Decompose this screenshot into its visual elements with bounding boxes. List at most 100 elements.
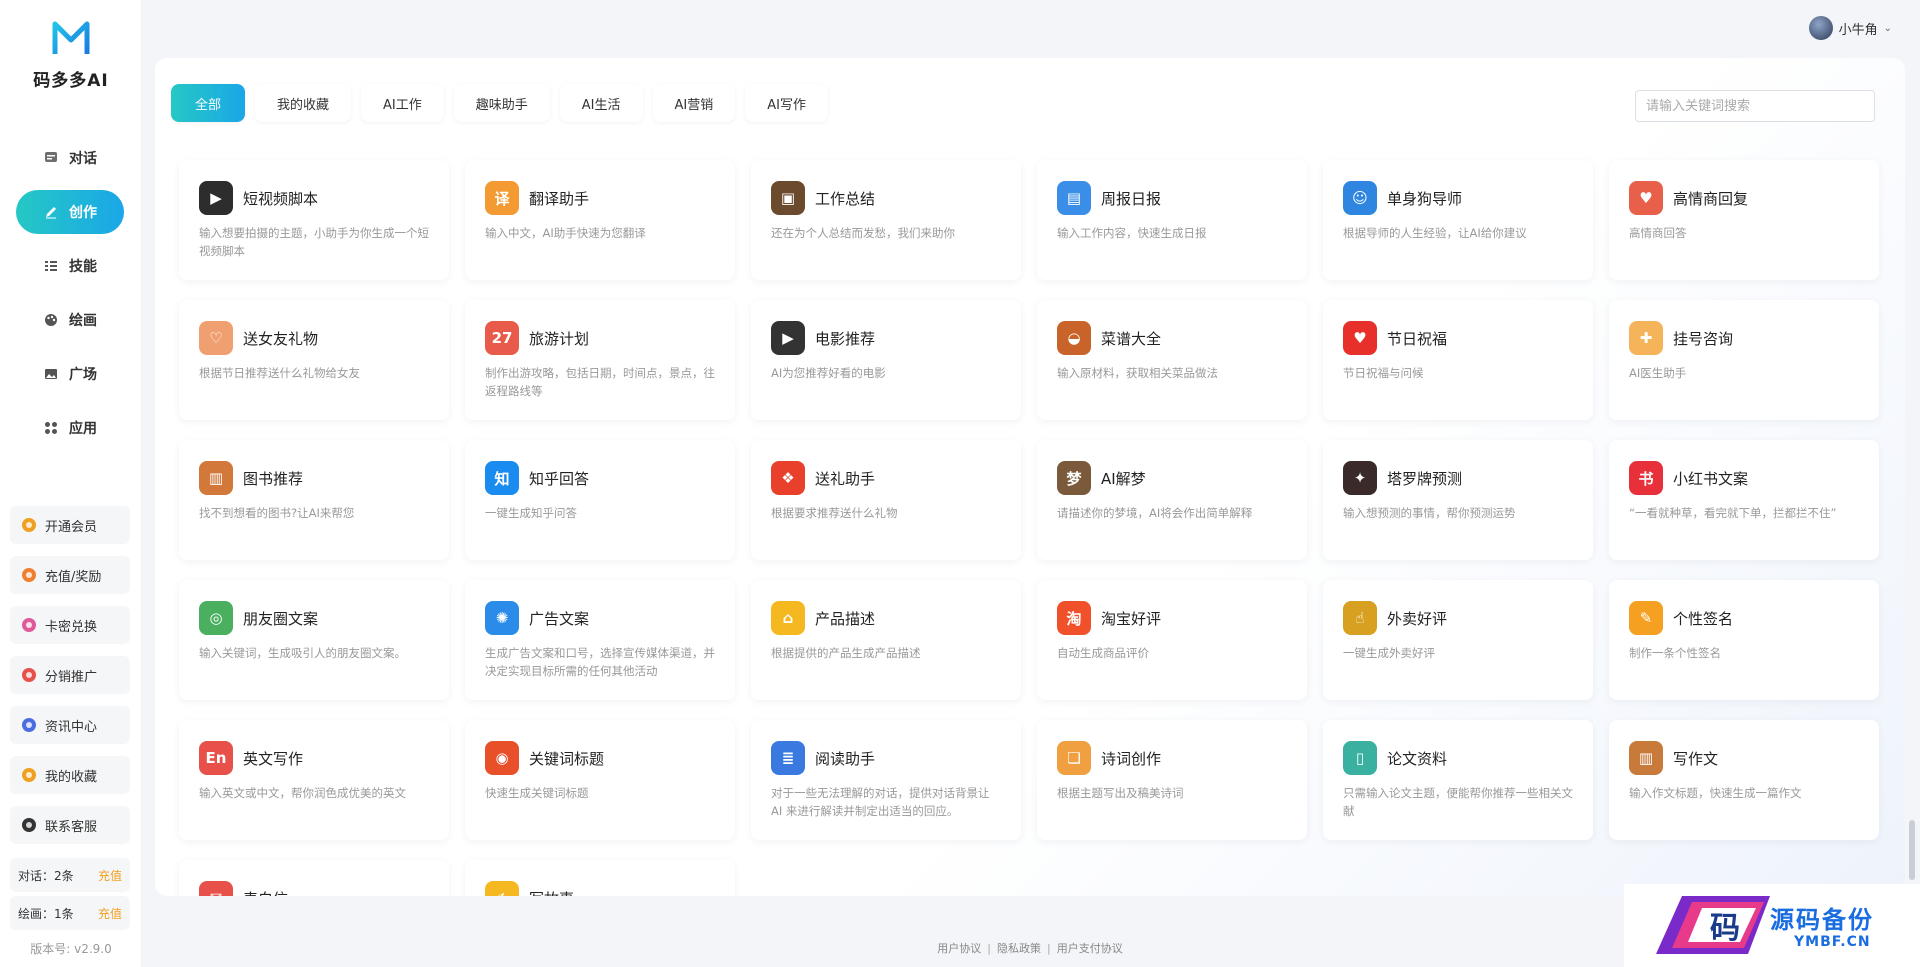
app-card[interactable]: ▥ 写作文 输入作文标题，快速生成一篇作文	[1609, 720, 1879, 840]
card-header: ✍ 写故事	[485, 880, 715, 896]
app-card[interactable]: ▯ 论文资料 只需输入论文主题，便能帮你推荐一些相关文献	[1323, 720, 1593, 840]
card-description: “一看就种草，看完就下单，拦都拦不住”	[1629, 506, 1837, 520]
card-description: 输入英文或中文，帮你润色成优美的英文	[199, 786, 406, 800]
app-card[interactable]: 译翻译助手 输入中文，AI助手快速为您翻译	[465, 160, 735, 280]
card-description: 制作出游攻略，包括日期，时间点，景点，往返程路线等	[485, 366, 715, 398]
card-header: ▣ 工作总结	[771, 180, 1001, 216]
card-title: 短视频脚本	[243, 189, 319, 208]
card-title: 写作文	[1673, 749, 1719, 768]
card-title: 论文资料	[1387, 749, 1448, 768]
app-card[interactable]: 27 旅游计划 制作出游攻略，包括日期，时间点，景点，往返程路线等	[465, 300, 735, 420]
watermark-sub: YMBF.CN	[1794, 934, 1871, 950]
card-title: 电影推荐	[815, 329, 876, 348]
card-header: ☝ 外卖好评	[1343, 600, 1573, 636]
app-card[interactable]: ✦ 塔罗牌预测 输入想预测的事情，帮你预测运势	[1323, 440, 1593, 560]
nav-item-label: 绘画	[69, 313, 97, 329]
sidebar-button[interactable]: 充值/奖励	[10, 556, 130, 594]
binders-icon: ▯	[1343, 741, 1377, 775]
open-book-icon: ❏	[1057, 741, 1091, 775]
card-header: ⌂ 产品描述	[771, 600, 1001, 636]
watermark-logo-icon: 码	[1656, 896, 1770, 954]
app-card[interactable]: 梦 AI解梦 请描述你的梦境，AI将会作出简单解释	[1037, 440, 1307, 560]
card-title: 广告文案	[529, 609, 590, 628]
app-card[interactable]: ❏ 诗词创作根据主题写出及稿美诗词	[1037, 720, 1307, 840]
chat-recharge-link[interactable]: 充值	[98, 867, 122, 884]
app-card[interactable]: ▥ 图书推荐 找不到想看的图书?让AI来帮您	[179, 440, 449, 560]
sidebar-button[interactable]: 我的收藏	[10, 756, 130, 794]
gift-icon: ❖	[771, 461, 805, 495]
sidebar-button[interactable]: 分销推广	[10, 656, 130, 694]
sidebar-button[interactable]: 卡密兑换	[10, 606, 130, 644]
target-icon: ◉	[485, 741, 519, 775]
logo[interactable]: 码多多AI	[0, 18, 142, 91]
app-card[interactable]: ❖ 送礼助手 根据要求推荐送什么礼物	[751, 440, 1021, 560]
app-card[interactable]: ▶ 短视频脚本 输入想要拍摄的主题，小助手为你生成一个短视频脚本	[179, 160, 449, 280]
app-card[interactable]: ♥ 节日祝福 节日祝福与问候	[1323, 300, 1593, 420]
main-nav: 对话创作技能绘画广场应用	[16, 136, 124, 460]
card-title: 英文写作	[243, 749, 304, 768]
app-card[interactable]: ▤ 周报日报 输入工作内容，快速生成日报	[1037, 160, 1307, 280]
card-description: 输入关键词，生成吸引人的朋友圈文案。	[199, 646, 406, 660]
sidebar-button[interactable]: 联系客服	[10, 806, 130, 844]
nav-item[interactable]: 创作	[16, 190, 124, 234]
app-card[interactable]: ♥ 高情商回复 高情商回答	[1609, 160, 1879, 280]
footer-link-user-agreement[interactable]: 用户协议	[937, 942, 981, 955]
card-title: 诗词创作	[1101, 749, 1162, 768]
card-header: ▶ 电影推荐	[771, 320, 1001, 356]
tab[interactable]: AI营销	[652, 84, 736, 122]
nav-item[interactable]: 应用	[16, 406, 124, 450]
app-card[interactable]: ≣ 阅读助手 对于一些无法理解的对话，提供对话背景让 AI 来进行解读并制定出适当的…	[751, 720, 1021, 840]
app-card[interactable]: 知知乎回答 一键生成知乎问答	[465, 440, 735, 560]
nav-item[interactable]: 广场	[16, 352, 124, 396]
taobao-icon: 淘	[1057, 601, 1091, 635]
footer-link-payment[interactable]: 用户支付协议	[1057, 942, 1123, 955]
nav-item[interactable]: 对话	[16, 136, 124, 180]
nav-item[interactable]: 技能	[16, 244, 124, 288]
app-card[interactable]: ◒ 菜谱大全 输入原材料，获取相关菜品做法	[1037, 300, 1307, 420]
tab[interactable]: AI工作	[361, 84, 444, 122]
draw-recharge-link[interactable]: 充值	[98, 905, 122, 922]
sidebar-button-label: 我的收藏	[45, 769, 98, 785]
scrollbar[interactable]	[1909, 820, 1915, 880]
tab[interactable]: AI写作	[745, 84, 828, 122]
search-input[interactable]	[1635, 90, 1875, 122]
briefcase-icon: ▣	[771, 181, 805, 215]
app-card[interactable]: ✉ 表白信	[179, 860, 449, 896]
user-menu[interactable]: 小牛角 ⌄	[1808, 16, 1892, 40]
card-title: 图书推荐	[243, 469, 304, 488]
footer-separator: |	[987, 942, 991, 955]
card-header: ▥ 图书推荐	[199, 460, 429, 496]
app-card[interactable]: ✍ 写故事	[465, 860, 735, 896]
app-card[interactable]: En 英文写作输入英文或中文，帮你润色成优美的英文	[179, 720, 449, 840]
card-header: ✚ 挂号咨询	[1629, 320, 1859, 356]
tab[interactable]: AI生活	[559, 84, 643, 122]
tab[interactable]: 全部	[171, 84, 246, 122]
card-header: 书小红书文案	[1629, 460, 1859, 496]
tab[interactable]: 我的收藏	[255, 84, 352, 122]
app-card[interactable]: ▶ 电影推荐 AI为您推荐好看的电影	[751, 300, 1021, 420]
app-card[interactable]: ▣ 工作总结 还在为个人总结而发愁，我们来助你	[751, 160, 1021, 280]
app-card[interactable]: ◉ 关键词标题 快速生成关键词标题	[465, 720, 735, 840]
app-card[interactable]: ☝ 外卖好评 一键生成外卖好评	[1323, 580, 1593, 700]
sidebar-button-label: 分销推广	[45, 669, 98, 685]
card-description: 根据主题写出及稿美诗词	[1057, 786, 1184, 800]
card-header: ▤ 周报日报	[1057, 180, 1287, 216]
app-card[interactable]: ♡ 送女友礼物 根据节日推荐送什么礼物给女友	[179, 300, 449, 420]
footer-link-privacy[interactable]: 隐私政策	[997, 942, 1041, 955]
app-card[interactable]: ✎ 个性签名 制作一条个性签名	[1609, 580, 1879, 700]
sidebar-button[interactable]: 开通会员	[10, 506, 130, 544]
nav-item[interactable]: 绘画	[16, 298, 124, 342]
app-card[interactable]: ⌂ 产品描述 根据提供的产品生成产品描述	[751, 580, 1021, 700]
app-card[interactable]: ✚ 挂号咨询 AI医生助手	[1609, 300, 1879, 420]
app-card[interactable]: 淘淘宝好评 自动生成商品评价	[1037, 580, 1307, 700]
nav-item-label: 对话	[69, 151, 97, 167]
app-card[interactable]: ☺ 单身狗导师 根据导师的人生经验，让AI给你建议	[1323, 160, 1593, 280]
sidebar-button[interactable]: 资讯中心	[10, 706, 130, 744]
app-card[interactable]: ◎ 朋友圈文案 输入关键词，生成吸引人的朋友圈文案。	[179, 580, 449, 700]
app-card[interactable]: 书小红书文案 “一看就种草，看完就下单，拦都拦不住”	[1609, 440, 1879, 560]
app-card[interactable]: ✺ 广告文案 生成广告文案和口号，选择宣传媒体渠道，并决定实现目标所需的任何其他活动	[465, 580, 735, 700]
card-title: 菜谱大全	[1101, 329, 1162, 348]
card-header: 知知乎回答	[485, 460, 715, 496]
card-header: En 英文写作	[199, 740, 429, 776]
tab[interactable]: 趣味助手	[453, 84, 550, 122]
